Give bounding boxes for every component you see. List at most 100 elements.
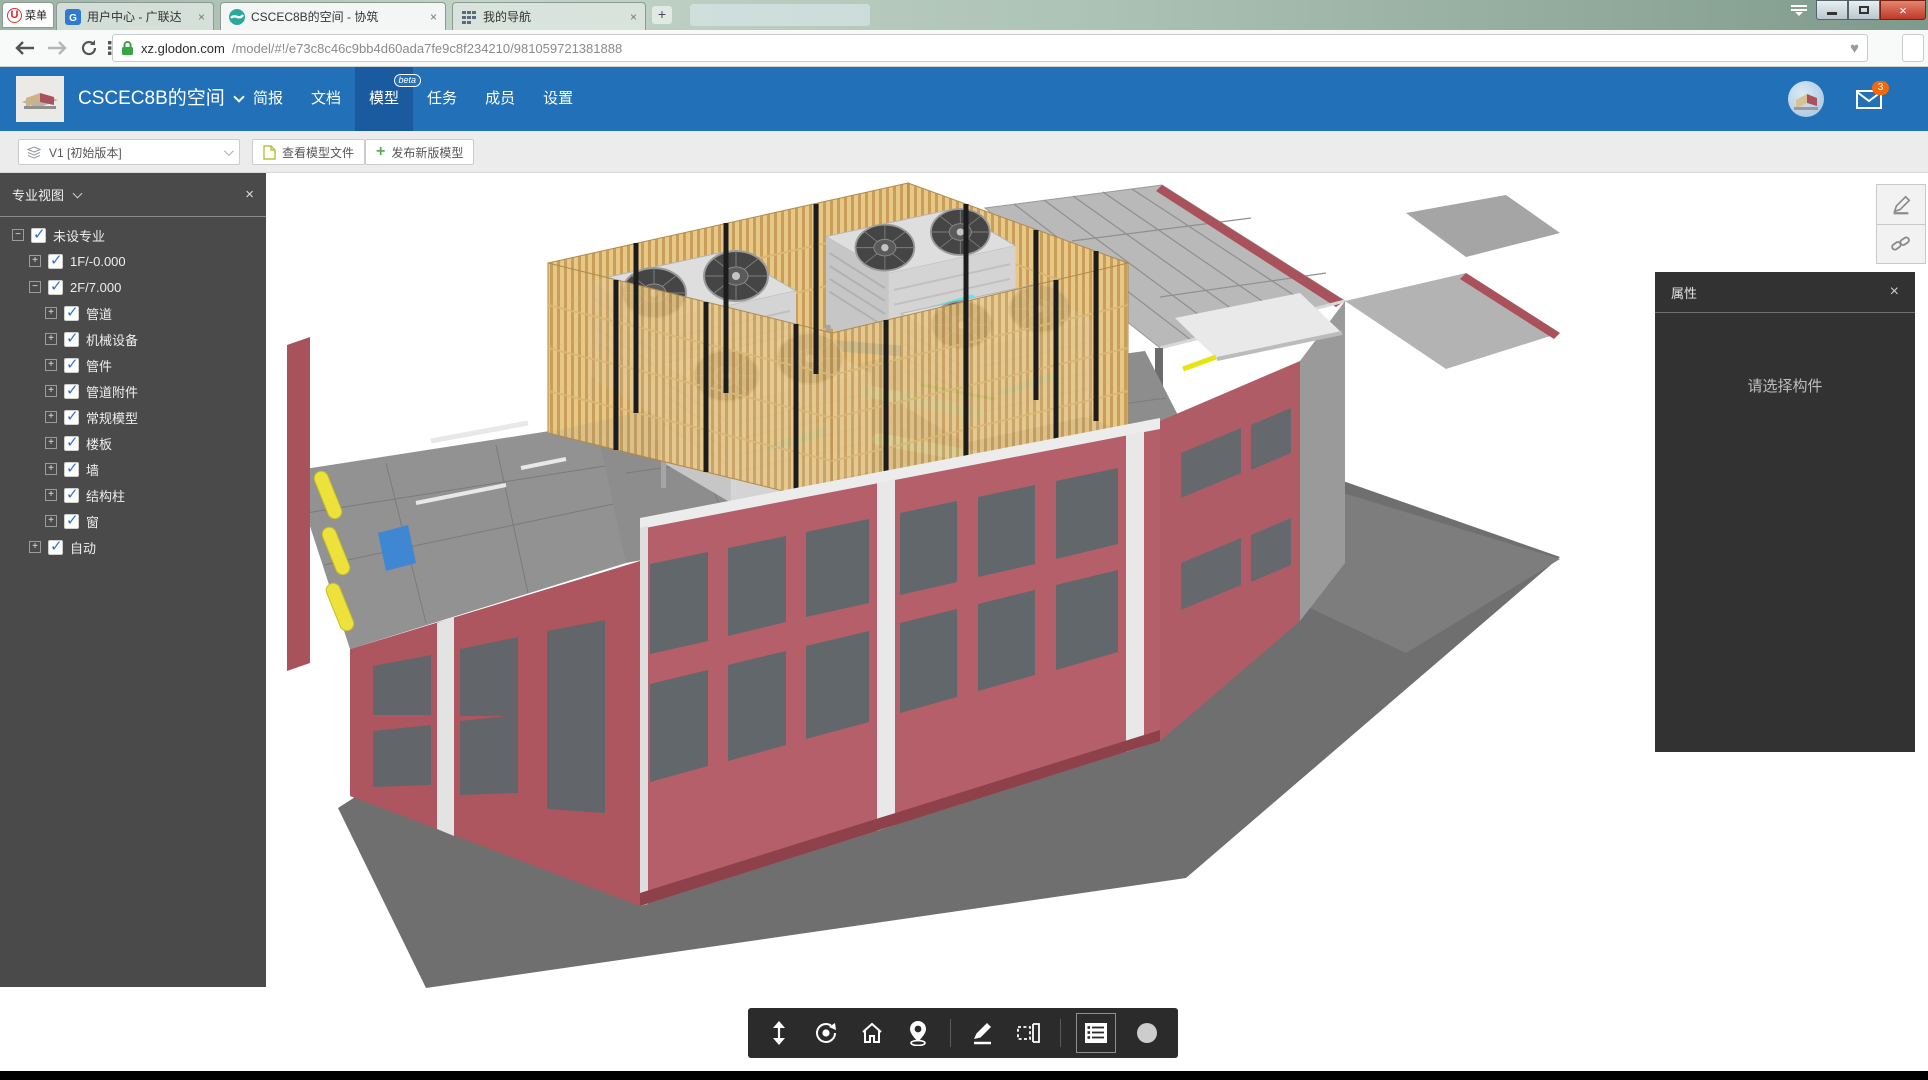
collapse-icon[interactable]: −	[29, 281, 41, 293]
glodon-favicon: G	[65, 9, 81, 25]
favorite-heart-icon[interactable]: ♥	[1850, 40, 1859, 57]
mail-unread-badge: 3	[1872, 81, 1889, 95]
tree-item-windows[interactable]: +✓窗	[0, 508, 266, 534]
tree-item-unset-discipline[interactable]: −✓未设专业	[0, 222, 266, 248]
expand-icon[interactable]: +	[29, 255, 41, 267]
tree-item-slabs[interactable]: +✓楼板	[0, 430, 266, 456]
url-domain: xz.glodon.com	[141, 41, 225, 56]
nav-model[interactable]: 模型beta	[355, 67, 413, 131]
tree-item-pipes[interactable]: +✓管道	[0, 300, 266, 326]
walkthrough-icon[interactable]	[903, 1018, 933, 1048]
checkbox-checked[interactable]: ✓	[48, 540, 63, 555]
model-viewport: 属性 × 请选择构件	[266, 173, 1928, 1071]
grid-favicon	[461, 9, 477, 25]
nav-settings[interactable]: 设置	[529, 67, 587, 131]
checkbox-checked[interactable]: ✓	[64, 436, 79, 451]
tab-cscec8b-space[interactable]: CSCEC8B的空间 - 协筑 ×	[220, 2, 446, 30]
section-box-icon[interactable]	[1014, 1018, 1044, 1048]
tree-item-auto[interactable]: +✓自动	[0, 534, 266, 560]
fit-view-icon[interactable]	[764, 1018, 794, 1048]
checkbox-checked[interactable]: ✓	[48, 280, 63, 295]
window-maximize-button[interactable]	[1848, 0, 1880, 20]
tree-item-structural-columns[interactable]: +✓结构柱	[0, 482, 266, 508]
checkbox-checked[interactable]: ✓	[64, 514, 79, 529]
checkbox-checked[interactable]: ✓	[64, 462, 79, 477]
expand-icon[interactable]: +	[45, 437, 57, 449]
browser-menu-button[interactable]: U 菜单	[2, 2, 54, 28]
annotate-icon[interactable]	[967, 1018, 997, 1048]
back-button[interactable]	[12, 35, 38, 61]
component-list-icon[interactable]	[1077, 1014, 1115, 1052]
expand-icon[interactable]: +	[45, 489, 57, 501]
checkbox-checked[interactable]: ✓	[64, 306, 79, 321]
record-icon[interactable]	[1132, 1018, 1162, 1048]
tree-label: 墙	[86, 460, 99, 479]
desktop-glass-reflection	[690, 4, 870, 26]
app-header: CSCEC8B的空间 简报 文档 模型beta 任务 成员 设置 3	[0, 67, 1928, 131]
tree-item-pipe-accessories[interactable]: +✓管道附件	[0, 378, 266, 404]
version-toolbar: V1 [初始版本] 查看模型文件 + 发布新版模型	[0, 131, 1928, 173]
expand-icon[interactable]: +	[45, 515, 57, 527]
url-field[interactable]: xz.glodon.com/model/#!/e73c8c46c9bb4d60a…	[112, 34, 1868, 62]
browser-addressbar: xz.glodon.com/model/#!/e73c8c46c9bb4d60a…	[0, 30, 1928, 67]
window-close-button[interactable]: ×	[1880, 0, 1926, 20]
collapse-icon[interactable]: −	[12, 229, 24, 241]
viewer-toolbar	[748, 1008, 1178, 1058]
expand-icon[interactable]: +	[29, 541, 41, 553]
user-avatar[interactable]	[1788, 81, 1824, 117]
nav-members[interactable]: 成员	[471, 67, 529, 131]
tab-close-icon[interactable]: ×	[630, 10, 637, 24]
expand-icon[interactable]: +	[45, 411, 57, 423]
project-thumbnail	[16, 76, 64, 122]
tree-item-floor-1f[interactable]: +✓1F/-0.000	[0, 248, 266, 274]
expand-icon[interactable]: +	[45, 333, 57, 345]
checkbox-checked[interactable]: ✓	[64, 488, 79, 503]
tree-item-walls[interactable]: + ✓ 墙	[0, 456, 266, 482]
properties-panel: 属性 × 请选择构件	[1655, 272, 1915, 752]
tab-user-center[interactable]: G 用户中心 - 广联达 ×	[56, 2, 214, 30]
nav-briefing[interactable]: 简报	[239, 67, 297, 131]
nav-documents[interactable]: 文档	[297, 67, 355, 131]
new-tab-button[interactable]: +	[652, 6, 672, 24]
checkbox-checked[interactable]: ✓	[64, 332, 79, 347]
tree-item-generic-models[interactable]: + ✓ 常规模型	[0, 404, 266, 430]
favorites-panel-button[interactable]	[1902, 34, 1924, 62]
view-model-files-label: 查看模型文件	[282, 144, 354, 161]
tree-item-floor-2f[interactable]: −✓2F/7.000	[0, 274, 266, 300]
forward-button[interactable]	[44, 35, 70, 61]
tree-item-pipe-fittings[interactable]: +✓管件	[0, 352, 266, 378]
window-minimize-button[interactable]	[1816, 0, 1848, 20]
refresh-button[interactable]	[76, 35, 102, 61]
tree-label: 机械设备	[86, 330, 138, 349]
checkbox-checked[interactable]: ✓	[64, 358, 79, 373]
orbit-icon[interactable]	[811, 1018, 841, 1048]
expand-icon[interactable]: +	[45, 307, 57, 319]
tab-my-navigation[interactable]: 我的导航 ×	[452, 2, 646, 30]
markup-pencil-button[interactable]	[1877, 185, 1925, 224]
panel-chevron-down-icon[interactable]	[73, 188, 83, 198]
expand-icon[interactable]: +	[45, 359, 57, 371]
share-link-button[interactable]	[1877, 224, 1925, 263]
home-icon[interactable]	[857, 1018, 887, 1048]
tab-close-icon[interactable]: ×	[198, 10, 205, 24]
nav-tasks[interactable]: 任务	[413, 67, 471, 131]
checkbox-checked[interactable]: ✓	[48, 254, 63, 269]
version-selector[interactable]: V1 [初始版本]	[18, 139, 240, 165]
checkbox-checked[interactable]: ✓	[31, 228, 46, 243]
expand-icon[interactable]: +	[45, 463, 57, 475]
workspace-title[interactable]: CSCEC8B的空间	[78, 67, 243, 131]
https-lock-icon	[121, 40, 134, 56]
panel-close-icon[interactable]: ×	[245, 186, 254, 203]
publish-new-version-button[interactable]: + 发布新版模型	[365, 139, 474, 165]
tab-close-icon[interactable]: ×	[430, 10, 437, 24]
checkbox-checked[interactable]: ✓	[64, 410, 79, 425]
toolbar-collapse-icon[interactable]	[1786, 3, 1812, 21]
properties-close-icon[interactable]: ×	[1890, 283, 1899, 301]
xiezhu-favicon	[229, 9, 245, 25]
expand-icon[interactable]: +	[45, 385, 57, 397]
tree-item-mechanical-equipment[interactable]: + ✓ 机械设备	[0, 326, 266, 352]
tree-label: 常规模型	[86, 408, 138, 427]
view-model-files-button[interactable]: 查看模型文件	[252, 139, 365, 165]
url-path: /model/#!/e73c8c46c9bb4d60ada7fe9c8f2342…	[232, 41, 622, 56]
checkbox-checked[interactable]: ✓	[64, 384, 79, 399]
